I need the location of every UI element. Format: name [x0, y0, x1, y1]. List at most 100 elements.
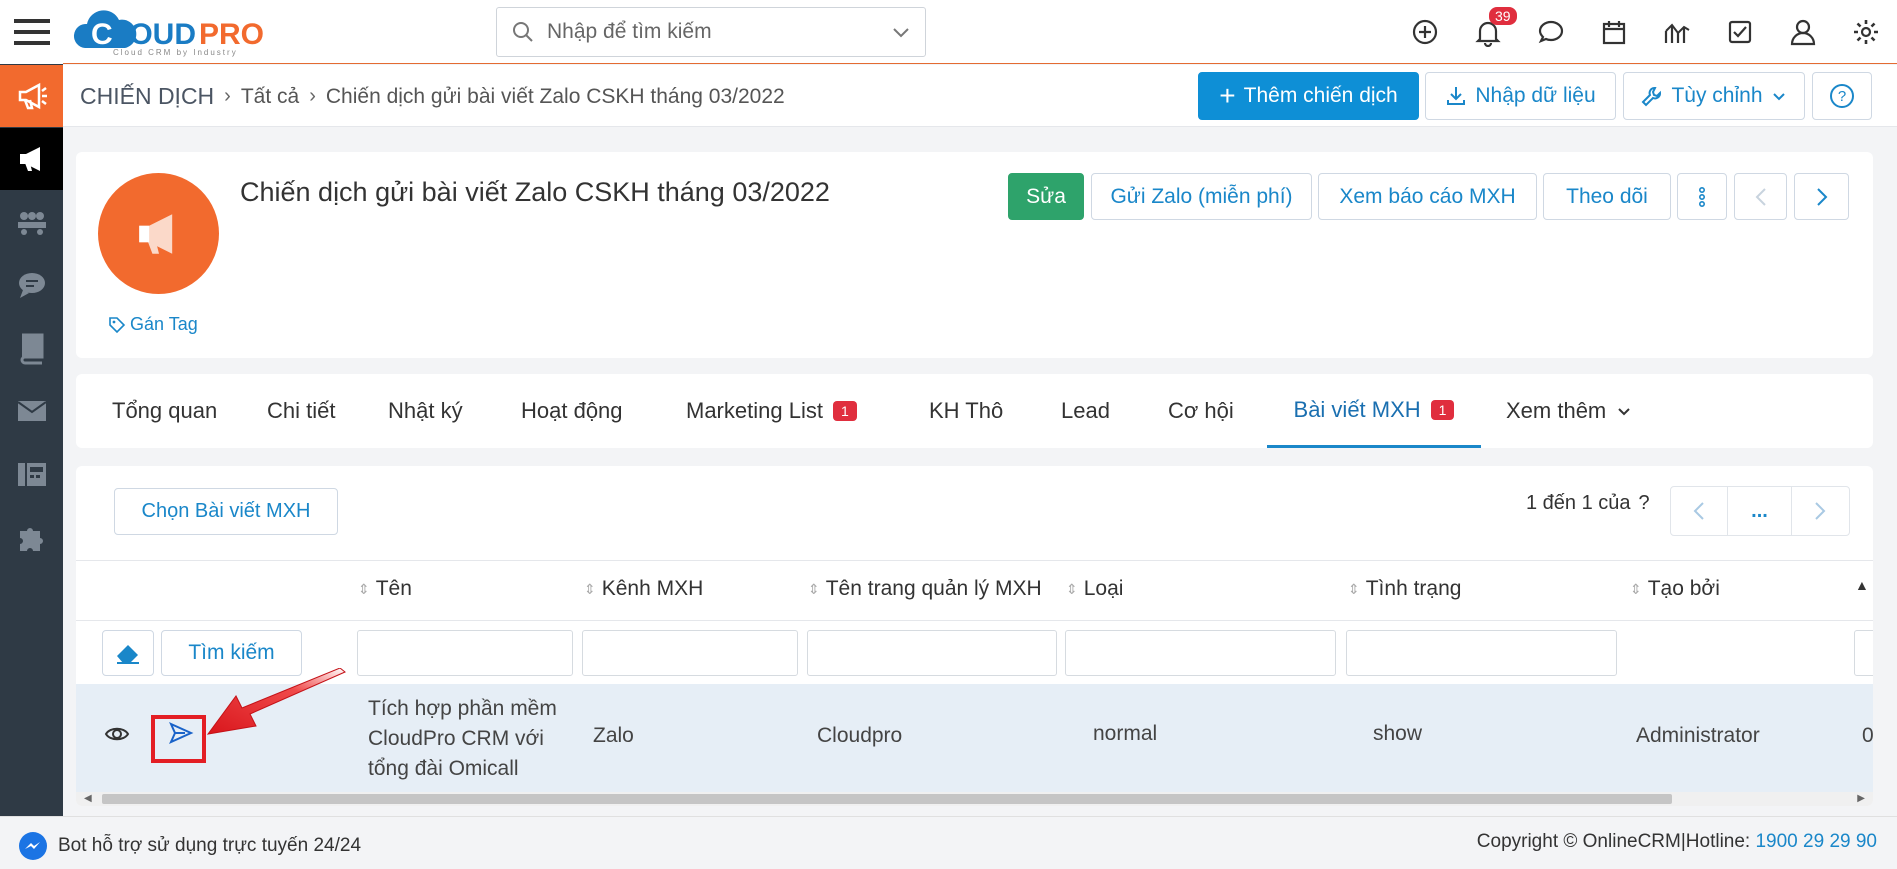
column-header-page[interactable]: ⇕ Tên trang quản lý MXH — [808, 577, 1042, 601]
tab-raw-customers[interactable]: KH Thô — [929, 374, 1003, 448]
sidebar-item-email[interactable] — [0, 380, 63, 442]
sidebar-item-knowledge[interactable] — [0, 317, 63, 379]
reports-button[interactable] — [1645, 0, 1708, 64]
select-social-post-button[interactable]: Chọn Bài viết MXH — [114, 488, 338, 535]
filter-status-input[interactable] — [1346, 630, 1617, 676]
page-options-button[interactable]: ... — [1728, 487, 1792, 535]
chevron-down-icon — [1618, 408, 1630, 416]
tab-opportunities[interactable]: Cơ hội — [1168, 374, 1234, 448]
column-header-channel[interactable]: ⇕ Kênh MXH — [584, 577, 703, 601]
help-button[interactable]: ? — [1812, 72, 1872, 120]
tab-overview[interactable]: Tổng quan — [112, 374, 217, 448]
scroll-right-icon[interactable]: ▶ — [1857, 793, 1865, 804]
breadcrumb-root[interactable]: CHIẾN DỊCH — [80, 83, 214, 110]
cell-page: Cloudpro — [817, 724, 903, 747]
breadcrumb: CHIẾN DỊCH › Tất cả › Chiến dịch gửi bài… — [80, 83, 785, 110]
menu-toggle-button[interactable] — [0, 0, 63, 64]
chat-bubble-icon — [1538, 20, 1563, 44]
chevron-down-icon[interactable] — [891, 22, 911, 42]
tab-count-badge: 1 — [1430, 399, 1455, 420]
pagination-help-icon[interactable]: ? — [1639, 492, 1650, 515]
annotation-arrow-icon — [206, 668, 346, 735]
import-data-button[interactable]: Nhập dữ liệu — [1425, 72, 1616, 120]
view-report-button[interactable]: Xem báo cáo MXH — [1318, 173, 1537, 220]
breadcrumb-all[interactable]: Tất cả — [241, 85, 299, 109]
notifications-button[interactable]: 39 — [1456, 0, 1519, 64]
assign-tag-link[interactable]: Gán Tag — [108, 314, 198, 335]
annotation-highlight-box — [151, 715, 206, 763]
tab-details[interactable]: Chi tiết — [267, 374, 335, 448]
sidebar-item-chat[interactable] — [0, 254, 63, 316]
column-header-type[interactable]: ⇕ Loại — [1066, 577, 1123, 601]
support-bot-link[interactable]: Bot hỗ trợ sử dụng trực tuyến 24/24 — [18, 831, 361, 861]
user-icon — [1790, 19, 1815, 46]
column-header-created-by[interactable]: ⇕ Tạo bởi — [1630, 577, 1720, 601]
record-title: Chiến dịch gửi bài viết Zalo CSKH tháng … — [240, 177, 830, 207]
more-actions-button[interactable] — [1677, 173, 1727, 220]
sort-icon: ⇕ — [1630, 581, 1642, 597]
tab-log[interactable]: Nhật ký — [388, 374, 463, 448]
filter-channel-input[interactable] — [582, 630, 798, 676]
quick-create-button[interactable] — [1393, 0, 1456, 64]
global-search[interactable]: Nhập để tìm kiếm — [496, 7, 926, 57]
sidebar-item-customers[interactable] — [0, 191, 63, 253]
filter-type-input[interactable] — [1065, 630, 1336, 676]
cell-type: normal — [1093, 722, 1158, 745]
add-campaign-button[interactable]: + Thêm chiến dịch — [1198, 72, 1419, 120]
column-header-status[interactable]: ⇕ Tình trạng — [1348, 577, 1461, 601]
scrollbar-thumb[interactable] — [102, 794, 1672, 804]
calendar-button[interactable] — [1582, 0, 1645, 64]
megaphone-icon — [138, 213, 172, 254]
sidebar-item-plugins[interactable] — [0, 506, 63, 568]
record-tabs: Tổng quan Chi tiết Nhật ký Hoạt động Mar… — [76, 374, 1873, 448]
previous-page-button[interactable] — [1671, 487, 1729, 535]
filter-name-input[interactable] — [357, 630, 573, 676]
svg-text:LOUD: LOUD — [111, 18, 196, 51]
filter-overflow-input[interactable] — [1854, 630, 1873, 676]
cell-status: show — [1373, 722, 1423, 745]
messages-button[interactable] — [1519, 0, 1582, 64]
copyright: Copyright © OnlineCRM|Hotline: 1900 29 2… — [1477, 831, 1877, 853]
tab-marketing-list[interactable]: Marketing List 1 — [686, 374, 857, 448]
tab-more[interactable]: Xem thêm — [1506, 374, 1632, 448]
tab-activities[interactable]: Hoạt động — [521, 374, 623, 448]
next-record-button[interactable] — [1794, 173, 1849, 220]
send-zalo-button[interactable]: Gửi Zalo (miễn phí) — [1091, 173, 1312, 220]
svg-text:?: ? — [1838, 88, 1846, 105]
hamburger-icon — [13, 19, 50, 45]
cell-name[interactable]: Tích hợp phần mềm CloudPro CRM với tổng … — [368, 694, 557, 784]
assign-tag-label: Gán Tag — [130, 314, 198, 334]
puzzle-icon — [19, 528, 43, 551]
hotline-link[interactable]: 1900 29 29 90 — [1755, 831, 1877, 852]
scroll-left-icon[interactable]: ◀ — [84, 793, 92, 804]
horizontal-scrollbar[interactable]: ◀ ▶ — [76, 792, 1873, 806]
column-header-name[interactable]: ⇕ Tên — [358, 577, 412, 601]
edit-button[interactable]: Sửa — [1008, 173, 1084, 220]
profile-button[interactable] — [1771, 0, 1834, 64]
sidebar-item-campaigns[interactable] — [0, 65, 63, 127]
view-record-button[interactable] — [104, 724, 130, 749]
sidebar-item-call[interactable] — [0, 443, 63, 505]
sort-up-icon[interactable]: ▲ — [1855, 577, 1869, 593]
chevron-left-icon — [1755, 187, 1766, 206]
notification-count-badge: 39 — [1489, 7, 1517, 25]
app-logo[interactable]: C LOUD PRO Cloud CRM by Industry — [71, 6, 301, 58]
filter-page-input[interactable] — [807, 630, 1057, 676]
previous-record-button[interactable] — [1734, 173, 1787, 220]
pagination-controls: ... — [1670, 486, 1850, 536]
breadcrumb-separator-icon: › — [224, 85, 231, 107]
tab-social-posts[interactable]: Bài viết MXH 1 — [1267, 374, 1481, 448]
tab-lead[interactable]: Lead — [1061, 374, 1110, 448]
search-icon — [513, 22, 533, 42]
sort-icon: ⇕ — [808, 581, 820, 597]
tasks-button[interactable] — [1708, 0, 1771, 64]
help-icon: ? — [1830, 84, 1854, 108]
search-input[interactable]: Nhập để tìm kiếm — [547, 20, 891, 44]
settings-button[interactable] — [1834, 0, 1897, 64]
clear-filter-button[interactable] — [102, 630, 154, 676]
follow-button[interactable]: Theo dõi — [1543, 173, 1671, 220]
next-page-button[interactable] — [1792, 487, 1849, 535]
sidebar-item-campaign-active[interactable] — [0, 128, 63, 190]
megaphone-icon — [18, 82, 47, 110]
customize-button[interactable]: Tùy chỉnh — [1623, 72, 1805, 120]
